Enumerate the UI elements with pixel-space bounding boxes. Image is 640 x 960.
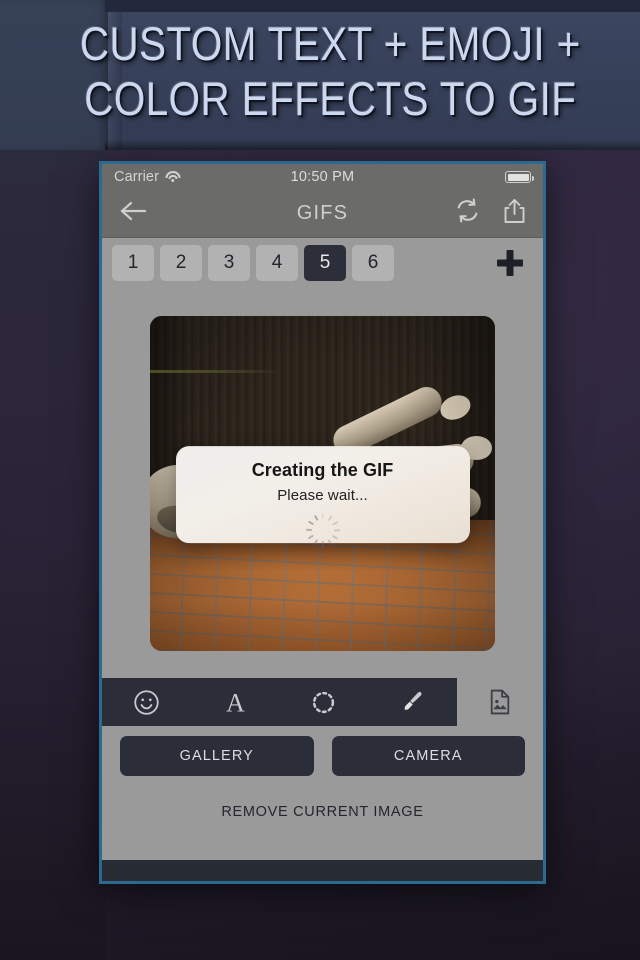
status-bar: Carrier 10:50 PM bbox=[102, 164, 543, 190]
phone-screen: Carrier 10:50 PM GIFS 1 2 3 4 5 6 Creati… bbox=[102, 164, 543, 881]
smiley-emoji-icon[interactable] bbox=[118, 682, 174, 722]
edit-toolbar: A bbox=[102, 678, 543, 726]
frame-tab-4[interactable]: 4 bbox=[256, 245, 298, 281]
dialog-subtitle: Please wait... bbox=[277, 487, 368, 505]
promo-headline: CUSTOM TEXT + EMOJI + COLOR EFFECTS TO G… bbox=[79, 17, 581, 125]
svg-text:A: A bbox=[226, 689, 245, 716]
paintbrush-icon[interactable] bbox=[385, 682, 441, 722]
dialog-title: Creating the GIF bbox=[251, 460, 394, 481]
frame-tab-3[interactable]: 3 bbox=[208, 245, 250, 281]
loading-spinner-icon bbox=[305, 513, 340, 548]
back-arrow-icon[interactable] bbox=[118, 200, 148, 227]
source-buttons: GALLERY CAMERA bbox=[102, 726, 543, 786]
share-upload-icon[interactable] bbox=[502, 198, 527, 229]
gif-canvas: Creating the GIF Please wait... bbox=[102, 288, 543, 678]
screen-filler bbox=[102, 838, 543, 860]
gallery-button[interactable]: GALLERY bbox=[120, 736, 314, 776]
dashed-circle-frame-icon[interactable] bbox=[296, 682, 352, 722]
frame-tab-5[interactable]: 5 bbox=[304, 245, 346, 281]
promo-banner-bottom-shade bbox=[105, 140, 640, 150]
edit-toolbar-light-section bbox=[457, 678, 543, 726]
frame-tab-6[interactable]: 6 bbox=[352, 245, 394, 281]
frame-tab-2[interactable]: 2 bbox=[160, 245, 202, 281]
creating-gif-dialog: Creating the GIF Please wait... bbox=[175, 446, 470, 548]
frame-tabs: 1 2 3 4 5 6 bbox=[102, 238, 543, 288]
status-bar-time: 10:50 PM bbox=[290, 169, 355, 185]
nav-bar-actions bbox=[455, 198, 527, 229]
plus-icon[interactable] bbox=[493, 246, 527, 280]
bottom-bar bbox=[102, 860, 543, 881]
image-file-icon[interactable] bbox=[472, 682, 528, 722]
promo-banner-top-strip bbox=[105, 0, 640, 12]
edit-toolbar-dark-section: A bbox=[102, 678, 457, 726]
frame-tab-1[interactable]: 1 bbox=[112, 245, 154, 281]
letter-a-text-icon[interactable]: A bbox=[207, 682, 263, 722]
promo-banner: CUSTOM TEXT + EMOJI + COLOR EFFECTS TO G… bbox=[0, 0, 640, 150]
refresh-icon[interactable] bbox=[455, 198, 480, 229]
nav-bar: GIFS bbox=[102, 190, 543, 238]
battery-icon bbox=[505, 171, 534, 183]
status-bar-right bbox=[505, 171, 534, 183]
remove-image-row: REMOVE CURRENT IMAGE bbox=[102, 786, 543, 838]
remove-current-image-button[interactable]: REMOVE CURRENT IMAGE bbox=[221, 804, 423, 820]
camera-button[interactable]: CAMERA bbox=[331, 736, 525, 776]
phone-frame: Carrier 10:50 PM GIFS 1 2 3 4 5 6 Creati… bbox=[99, 161, 546, 884]
